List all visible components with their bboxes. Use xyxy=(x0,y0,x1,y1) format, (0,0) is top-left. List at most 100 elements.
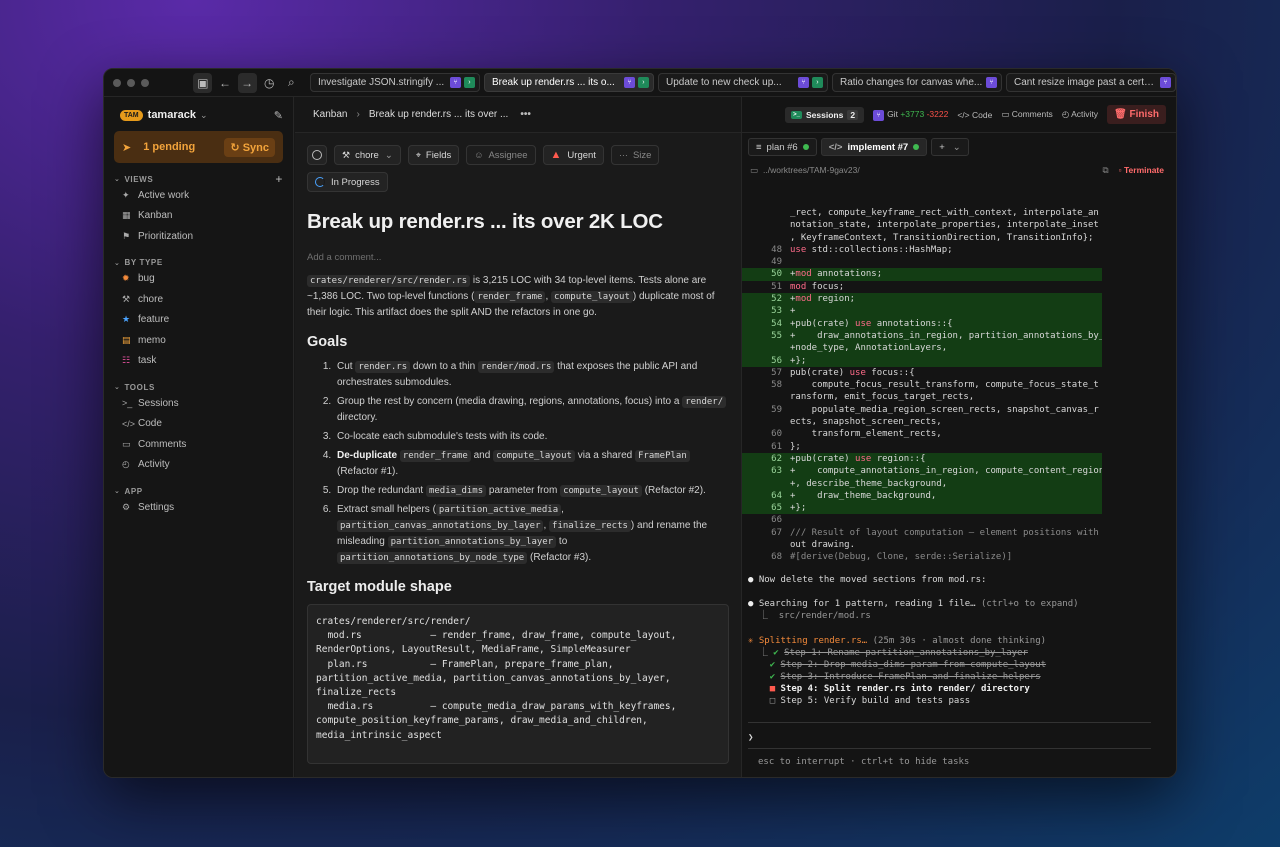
line-number: 50 xyxy=(742,268,790,281)
assignee-button[interactable]: ☺ Assignee xyxy=(466,145,536,165)
section-by-type[interactable]: ⌄ BY TYPE xyxy=(114,257,283,269)
search-icon[interactable]: ⌕ xyxy=(282,73,301,93)
tab-issue-1[interactable]: Investigate JSON.stringify ... ⑂ › xyxy=(309,73,480,92)
pending-banner: ➤ 1 pending ↻ Sync xyxy=(114,131,283,163)
tab-issue-5[interactable]: Cant resize image past a certa... ⑂ xyxy=(1005,73,1176,92)
diff-added-line: 54 +pub(crate) use annotations::{ xyxy=(742,317,1176,330)
history-clock-icon[interactable]: ◷ xyxy=(260,73,279,93)
sidebar-item-label: Activity xyxy=(138,459,170,471)
line-text: +pub(crate) use region::{ xyxy=(790,452,1102,466)
line-text: +}; xyxy=(790,354,1102,367)
log-line: ⎿ src/render/mod.rs xyxy=(748,611,871,621)
forward-arrow-icon[interactable]: → xyxy=(237,72,257,93)
git-button[interactable]: ⑂ Git +3773 -3222 xyxy=(873,109,948,121)
inline-code: render_frame xyxy=(399,450,471,462)
sidebar-item-comments[interactable]: ▭ Comments xyxy=(114,434,283,455)
line-number: 49 xyxy=(771,257,782,268)
status-label: In Progress xyxy=(331,176,380,188)
add-view-icon[interactable]: + xyxy=(275,172,283,186)
diff-line: _rect, compute_keyframe_rect_with_contex… xyxy=(742,207,1176,219)
line-number: 61 xyxy=(771,441,782,452)
prompt-input[interactable]: ❯ xyxy=(748,732,753,744)
fields-button[interactable]: ⌖ Fields xyxy=(407,145,460,165)
list-item: Co-locate each submodule's tests with it… xyxy=(334,429,729,445)
sidebar-item-active-work[interactable]: ✦ Active work xyxy=(114,185,283,206)
sidebar-item-task[interactable]: ☷ task xyxy=(114,351,283,372)
breadcrumb: Kanban › Break up render.rs ... its over… xyxy=(295,97,741,133)
sidebar-item-feature[interactable]: ★ feature xyxy=(114,310,283,331)
terminal-icon: › xyxy=(637,77,649,88)
status-selector[interactable]: In Progress xyxy=(307,172,388,192)
diff-line: 61}; xyxy=(742,441,1176,453)
tab-issue-2[interactable]: Break up render.rs ... its o... ⑂ › xyxy=(483,73,654,92)
finish-button[interactable]: 🗑 Finish xyxy=(1107,105,1166,124)
priority-selector[interactable]: ▲ Urgent xyxy=(542,145,604,165)
maximize-window-button[interactable] xyxy=(141,78,149,87)
new-session-button[interactable]: + ⌄ xyxy=(931,138,969,156)
workspace-switcher[interactable]: TAM tamarack ⌄ ✎ xyxy=(114,105,283,125)
activity-label: Activity xyxy=(1071,109,1099,119)
section-label: APP xyxy=(124,486,143,496)
bullet-icon: ● xyxy=(748,599,754,609)
line-number xyxy=(742,416,790,428)
code-label: Code xyxy=(971,109,993,120)
tab-issue-3[interactable]: Update to new check up... ⑂ › xyxy=(657,73,828,92)
section-tools[interactable]: ⌄ TOOLS xyxy=(114,381,283,393)
session-toolbar: >_ Sessions 2 ⑂ Git +3773 -3222 </> Code ▭ … xyxy=(742,97,1176,133)
chevron-down-icon: ⌄ xyxy=(952,141,961,153)
sidebar-item-prioritization[interactable]: ⚑ Prioritization xyxy=(114,226,283,247)
section-views[interactable]: ⌄ VIEWS + xyxy=(114,172,283,186)
sidebar-item-memo[interactable]: ▤ memo xyxy=(114,330,283,351)
line-number: 62 xyxy=(742,452,790,466)
sidebar-item-sessions[interactable]: >_ Sessions xyxy=(114,393,283,414)
sidebar-item-bug[interactable]: ✹ bug xyxy=(114,269,283,290)
issue-title[interactable]: Break up render.rs ... its over 2K LOC xyxy=(307,210,729,234)
sidebar-item-activity[interactable]: ◴ Activity xyxy=(114,455,283,476)
code-button[interactable]: </> Code xyxy=(957,110,992,120)
type-selector[interactable]: ⚒ chore ⌄ xyxy=(334,145,401,165)
pr-icon: ⑂ xyxy=(797,77,809,88)
tab-plan[interactable]: ≡ plan #6 xyxy=(748,138,817,156)
back-arrow-icon[interactable]: ← xyxy=(215,73,234,93)
inline-code: render_frame xyxy=(474,291,546,303)
sidebar-item-label: bug xyxy=(138,273,155,285)
terminal-output[interactable]: _rect, compute_keyframe_rect_with_contex… xyxy=(742,199,1176,777)
open-external-icon[interactable]: ⧉ xyxy=(1103,165,1109,176)
terminate-button[interactable]: Terminate xyxy=(1119,165,1164,175)
line-number: 54 xyxy=(742,317,790,330)
divider xyxy=(748,748,1151,749)
inline-code: render/ xyxy=(682,396,727,408)
activity-button[interactable]: ◴ Activity xyxy=(1062,109,1098,120)
comment-input[interactable]: Add a comment... xyxy=(307,252,729,263)
sidebar-item-kanban[interactable]: ▦ Kanban xyxy=(114,206,283,227)
diff-view: _rect, compute_keyframe_rect_with_contex… xyxy=(742,207,1176,564)
sidebar-item-chore[interactable]: ⚒ chore xyxy=(114,289,283,310)
diff-line: 66 xyxy=(742,514,1176,526)
sync-button[interactable]: ↻ Sync xyxy=(224,137,275,157)
git-label: Git xyxy=(887,108,898,119)
section-app[interactable]: ⌄ APP xyxy=(114,485,283,497)
sidebar-toggle-icon[interactable]: ▣ xyxy=(193,72,213,93)
tab-issue-4[interactable]: Ratio changes for canvas whe... ⑂ xyxy=(831,73,1002,92)
comment-icon: ▭ xyxy=(1001,109,1010,119)
status-toggle-button[interactable] xyxy=(307,145,327,165)
line-number: 52 xyxy=(742,293,790,306)
comments-button[interactable]: ▭ Comments xyxy=(1001,109,1053,120)
sidebar-item-settings[interactable]: ⚙ Settings xyxy=(114,497,283,518)
sidebar-item-code[interactable]: </> Code xyxy=(114,414,283,435)
section-label: TOOLS xyxy=(124,382,155,392)
line-number: 57 xyxy=(771,367,782,378)
more-menu-button[interactable]: ••• xyxy=(520,109,531,120)
breadcrumb-kanban[interactable]: Kanban xyxy=(313,109,347,120)
tab-implement[interactable]: </> implement #7 xyxy=(820,138,928,156)
sidebar: TAM tamarack ⌄ ✎ ➤ 1 pending ↻ Sync ⌄ VIE… xyxy=(104,97,294,777)
line-text: +pub(crate) use annotations::{ xyxy=(790,317,1102,330)
diff-added-line: 50 +mod annotations; xyxy=(742,268,1176,281)
diff-added-line: 62 +pub(crate) use region::{ xyxy=(742,452,1176,466)
compose-icon[interactable]: ✎ xyxy=(274,109,283,122)
close-window-button[interactable] xyxy=(113,78,121,87)
size-selector[interactable]: ··· Size xyxy=(610,145,660,165)
minimize-window-button[interactable] xyxy=(127,78,135,87)
diff-line: 58 compute_focus_result_transform, compu… xyxy=(742,379,1176,391)
sessions-button[interactable]: >_ Sessions 2 xyxy=(785,106,865,123)
